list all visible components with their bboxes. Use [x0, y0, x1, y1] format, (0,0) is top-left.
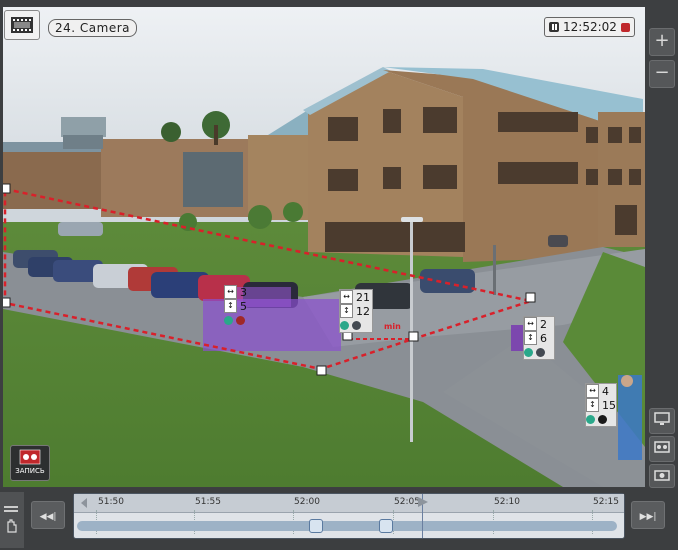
tag-width: 2 [540, 317, 547, 331]
film-icon [11, 17, 33, 33]
width-icon: ↔ [524, 317, 537, 331]
tick-label: 52:00 [294, 497, 320, 507]
archive-button[interactable] [649, 436, 675, 462]
object-tag[interactable]: ↔ 3 ↕ 5 [224, 285, 258, 327]
zone-min-label: min [384, 322, 401, 331]
tag-width: 4 [602, 384, 609, 398]
zoom-in-button[interactable]: + [649, 28, 675, 56]
object-tag[interactable]: ↔ 2 ↕ 6 [523, 316, 555, 360]
play-triangle-icon [418, 497, 428, 507]
object-tag[interactable]: ↔ 21 ↕ 12 [339, 289, 373, 333]
marker-handle[interactable] [379, 519, 393, 533]
video-feed[interactable] [3, 7, 645, 487]
recording-indicator-icon [620, 22, 630, 32]
tag-height: 15 [602, 398, 616, 412]
hand-icon [4, 506, 18, 533]
rewind-icon: ◀◀| [39, 512, 57, 522]
green-dot-icon [224, 315, 233, 325]
tick-label: 52:15 [593, 497, 619, 507]
green-dot-icon [340, 320, 349, 330]
forward-button[interactable]: ▶▶| [631, 501, 665, 529]
width-icon: ↔ [586, 384, 599, 398]
tag-height: 5 [240, 299, 247, 313]
monitor-button[interactable] [649, 408, 675, 434]
tag-width: 3 [240, 285, 247, 299]
tick-label: 51:55 [195, 497, 221, 507]
hand-tool-panel[interactable] [0, 492, 24, 548]
dark-dot-icon [598, 414, 607, 424]
tick-label: 52:10 [494, 497, 520, 507]
record-label: ЗАПИСЬ [15, 467, 45, 475]
pause-icon[interactable] [549, 22, 559, 32]
height-icon: ↕ [524, 331, 537, 345]
clock-time: 12:52:02 [563, 20, 617, 34]
timeline-track[interactable] [77, 519, 617, 533]
record-tape-icon [19, 449, 41, 465]
width-icon: ↔ [224, 285, 237, 299]
camera-title: 24. Camera [48, 19, 137, 37]
red-dot-icon [236, 315, 245, 325]
timeline-scale: 51:50 51:55 52:00 52:05 52:10 52:15 [74, 494, 624, 513]
playhead[interactable] [418, 494, 428, 538]
dark-dot-icon [536, 347, 545, 357]
time-display: 12:52:02 [544, 17, 635, 37]
tag-height: 12 [356, 304, 370, 318]
camera-window: min 24. Camera 12:52:02 + − ↔ 3 ↕ 5 ↔ 21 ↕ 1… [0, 0, 678, 550]
height-icon: ↕ [224, 299, 237, 313]
tag-height: 6 [540, 331, 547, 345]
camera-menu-button[interactable] [4, 10, 40, 40]
width-icon: ↔ [340, 290, 353, 304]
tick-label: 51:50 [98, 497, 124, 507]
zoom-out-button[interactable]: − [649, 60, 675, 88]
camera-icon [654, 470, 670, 481]
green-dot-icon [586, 414, 595, 424]
tag-width: 21 [356, 290, 370, 304]
marker-handle[interactable] [309, 519, 323, 533]
forward-icon: ▶▶| [639, 512, 657, 522]
monitor-icon [654, 412, 670, 425]
height-icon: ↕ [586, 398, 599, 412]
person-highlight [618, 375, 642, 460]
left-pin-icon [81, 498, 87, 508]
object-tag[interactable]: ↔ 4 ↕ 15 [585, 383, 617, 427]
height-icon: ↕ [340, 304, 353, 318]
timeline[interactable]: 51:50 51:55 52:00 52:05 52:10 52:15 [73, 493, 625, 539]
scene-drawing [3, 67, 645, 487]
dark-dot-icon [352, 320, 361, 330]
snapshot-button[interactable] [649, 464, 675, 488]
tape-icon [654, 441, 670, 453]
rewind-button[interactable]: ◀◀| [31, 501, 65, 529]
record-button[interactable]: ЗАПИСЬ [10, 445, 50, 481]
green-dot-icon [524, 347, 533, 357]
